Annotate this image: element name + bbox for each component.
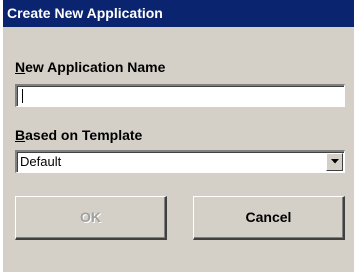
- application-name-label-text: ew Application Name: [25, 59, 166, 75]
- application-name-label-mnemonic: N: [15, 59, 26, 75]
- template-dropdown-button[interactable]: [326, 153, 343, 171]
- template-label-text: ased on Template: [25, 127, 143, 143]
- application-name-input[interactable]: [15, 84, 345, 107]
- cancel-button[interactable]: Cancel: [193, 196, 345, 240]
- dropdown-arrow-icon: [331, 159, 339, 164]
- create-application-dialog: Create New Application New Application N…: [3, 0, 354, 272]
- ok-button[interactable]: OK: [15, 196, 167, 240]
- text-caret: [22, 89, 23, 103]
- dialog-title: Create New Application: [3, 0, 354, 27]
- template-label: Based on Template: [15, 127, 142, 143]
- template-select[interactable]: Default: [15, 150, 345, 173]
- template-label-mnemonic: B: [15, 127, 26, 143]
- template-selected-value: Default: [20, 154, 62, 169]
- application-name-label: New Application Name: [15, 59, 165, 75]
